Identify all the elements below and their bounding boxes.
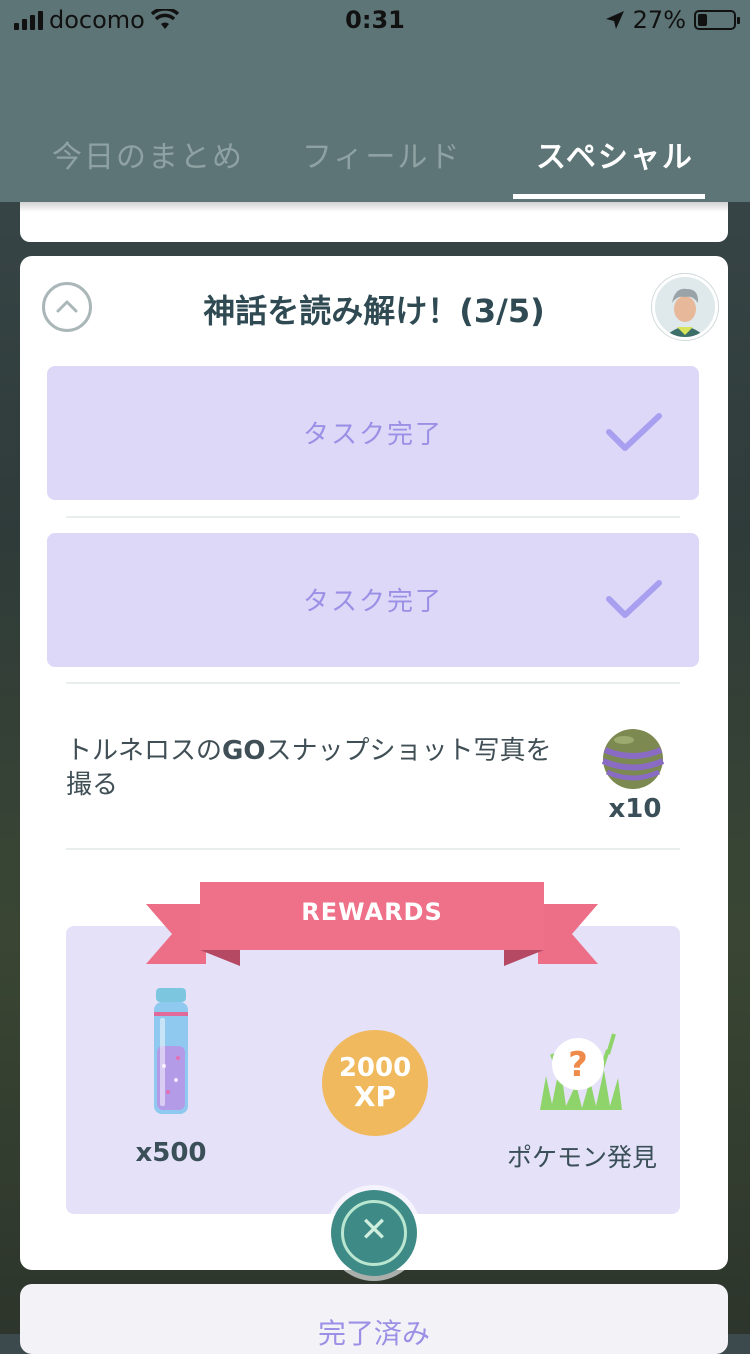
- tab-field[interactable]: フィールド: [302, 132, 461, 176]
- xp-amount: 2000: [338, 1053, 412, 1083]
- stardust-vial-icon: [154, 988, 188, 1114]
- tab-active-indicator: [513, 194, 705, 199]
- tab-special[interactable]: スペシャル: [536, 132, 694, 176]
- previous-quest-card: [20, 202, 728, 242]
- task-text-part1: トルネロスの: [66, 736, 223, 766]
- divider: [66, 516, 680, 518]
- task-reward-count: x10: [608, 794, 662, 824]
- pokemon-encounter-label: ポケモン発見: [506, 1143, 657, 1172]
- header: 今日のまとめ フィールド スペシャル: [0, 40, 750, 202]
- check-icon: [606, 580, 662, 618]
- task-completed-label: タスク完了: [302, 420, 443, 450]
- battery-percent: 27%: [632, 6, 686, 34]
- location-arrow-icon: [605, 11, 624, 29]
- divider: [66, 682, 680, 684]
- task-text-bold: GO: [222, 736, 266, 766]
- task-completed-2: タスク完了: [47, 533, 699, 667]
- status-bar: docomo 0:31 27%: [0, 0, 750, 40]
- check-icon: [606, 413, 662, 451]
- quest-card: 神話を読み解け！(3/5) タスク完了 タスク完了 トルネロスのGOスナップショ…: [20, 256, 728, 1270]
- close-button[interactable]: ✕: [331, 1190, 417, 1276]
- professor-avatar: [652, 274, 718, 340]
- task-completed-1: タスク完了: [47, 366, 699, 500]
- xp-unit: XP: [353, 1080, 397, 1113]
- pokemon-encounter-icon: ?: [540, 1033, 622, 1110]
- completed-label: 完了済み: [317, 1317, 430, 1350]
- quest-title: 神話を読み解け！(3/5): [203, 292, 545, 330]
- completed-section[interactable]: 完了済み: [20, 1284, 728, 1354]
- battery-icon: [694, 10, 740, 30]
- ball-icon: [602, 729, 664, 789]
- svg-text:?: ?: [568, 1045, 588, 1085]
- tab-today[interactable]: 今日のまとめ: [52, 132, 244, 176]
- xp-badge: 2000 XP: [322, 1030, 428, 1136]
- rewards-title: REWARDS: [301, 898, 443, 926]
- stardust-amount: x500: [135, 1138, 207, 1168]
- battery-level: [698, 14, 707, 26]
- task-completed-label: タスク完了: [302, 587, 443, 617]
- close-icon: ✕: [359, 1210, 389, 1250]
- current-task-text: トルネロスのGOスナップショット写真を撮る: [66, 734, 566, 802]
- divider: [66, 848, 680, 850]
- status-right: 27%: [605, 6, 740, 34]
